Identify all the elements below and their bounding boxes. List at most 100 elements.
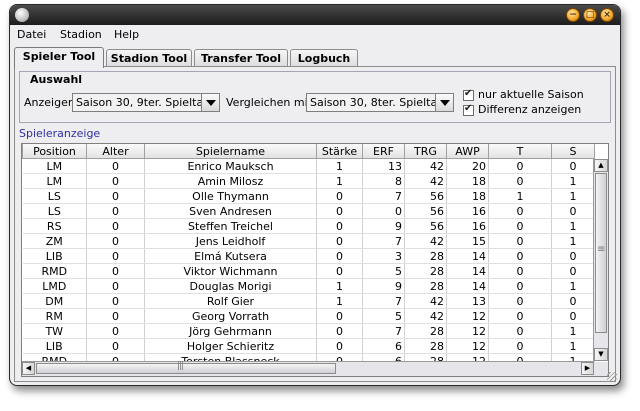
table-cell: Enrico Mauksch — [144, 158, 317, 174]
table-cell: 3 — [362, 248, 405, 264]
spieleranzeige-title: Spieleranzeige — [19, 127, 101, 140]
tab-transfer-tool[interactable]: Transfer Tool — [194, 49, 288, 67]
table-row[interactable]: LS 0 Sven Andresen 0 0 56 16 0 0 — [22, 203, 595, 219]
table-cell: 16 — [446, 203, 489, 219]
table-cell: 42 — [404, 158, 447, 174]
table-cell: 1 — [551, 173, 595, 189]
table-cell: 1 — [488, 188, 552, 204]
table-cell: 0 — [86, 248, 145, 264]
chevron-down-icon[interactable] — [435, 94, 453, 111]
scroll-left-button[interactable]: ◀ — [22, 362, 35, 375]
table-row[interactable]: RMD 0 Viktor Wichmann 0 5 28 14 0 0 — [22, 263, 595, 279]
horizontal-scroll-thumb[interactable] — [36, 361, 336, 374]
close-button[interactable]: × — [600, 8, 614, 22]
column-header[interactable]: AWP — [446, 144, 489, 159]
tab-stadion-tool[interactable]: Stadion Tool — [106, 49, 192, 67]
maximize-button[interactable]: □ — [583, 8, 597, 22]
table-cell: 18 — [446, 173, 489, 189]
column-header[interactable]: TRG — [404, 144, 447, 159]
table-cell: 1 — [316, 173, 363, 189]
table-cell: LM — [22, 158, 87, 174]
scroll-right-button[interactable]: ▶ — [581, 362, 594, 375]
spieler-tool-panel: Auswahl Anzeigen Saison 30, 9ter. Spielt… — [14, 66, 616, 382]
table-cell: 0 — [488, 293, 552, 309]
anzeigen-select[interactable]: Saison 30, 9ter. Spieltag — [72, 93, 220, 112]
chevron-down-icon[interactable] — [201, 94, 219, 111]
menu-stadion[interactable]: Stadion — [60, 28, 102, 41]
table-cell: LS — [22, 203, 87, 219]
table-cell: 0 — [316, 323, 363, 339]
table-cell: 0 — [488, 338, 552, 354]
scroll-up-button[interactable]: ▲ — [594, 159, 608, 172]
table-cell: 56 — [404, 218, 447, 234]
tab-spieler-tool[interactable]: Spieler Tool — [14, 47, 104, 68]
table-cell: 0 — [86, 278, 145, 294]
table-row[interactable]: RS 0 Steffen Treichel 0 9 56 16 0 1 — [22, 218, 595, 234]
column-header[interactable]: Position — [22, 144, 87, 159]
column-header[interactable]: S — [551, 144, 595, 159]
minimize-button[interactable]: − — [566, 8, 580, 22]
column-header[interactable]: T — [488, 144, 552, 159]
menu-help[interactable]: Help — [114, 28, 139, 41]
table-cell: 9 — [362, 278, 405, 294]
table-cell: 0 — [316, 218, 363, 234]
menu-datei[interactable]: Datei — [17, 28, 46, 41]
table-cell: Holger Schieritz — [144, 338, 317, 354]
table-cell: 0 — [362, 203, 405, 219]
tab-logbuch[interactable]: Logbuch — [290, 49, 358, 67]
table-row[interactable]: RM 0 Georg Vorrath 0 5 42 12 0 0 — [22, 308, 595, 324]
vertical-scroll-thumb[interactable] — [595, 173, 607, 333]
table-cell: Rolf Gier — [144, 293, 317, 309]
column-header[interactable]: Stärke — [316, 144, 363, 159]
auswahl-title: Auswahl — [28, 73, 85, 86]
table-row[interactable]: LM 0 Enrico Mauksch 1 13 42 20 0 0 — [22, 158, 595, 174]
table-cell: Sven Andresen — [144, 203, 317, 219]
table-cell: 16 — [446, 218, 489, 234]
table-cell: Georg Vorrath — [144, 308, 317, 324]
differenz-anzeigen-checkbox[interactable] — [463, 103, 474, 116]
table-row[interactable]: LIB 0 Holger Schieritz 0 6 28 12 0 1 — [22, 338, 595, 354]
table-row[interactable]: LIB 0 Elmá Kutsera 0 3 28 14 0 0 — [22, 248, 595, 264]
table-cell: 14 — [446, 263, 489, 279]
table-row[interactable]: DM 0 Rolf Gier 1 7 42 13 0 0 — [22, 293, 595, 309]
vertical-scrollbar[interactable]: ▲ ▼ — [593, 159, 608, 361]
column-header[interactable]: ERF — [362, 144, 405, 159]
table-cell: 13 — [362, 158, 405, 174]
table-cell: 18 — [446, 188, 489, 204]
table-row[interactable]: LM 0 Amin Milosz 1 8 42 18 0 1 — [22, 173, 595, 189]
table-cell: 0 — [316, 308, 363, 324]
table-cell: 42 — [404, 293, 447, 309]
table-cell: LIB — [22, 248, 87, 264]
table-cell: 0 — [86, 308, 145, 324]
column-header[interactable]: Alter — [86, 144, 145, 159]
table-cell: 7 — [362, 233, 405, 249]
table-cell: 1 — [551, 278, 595, 294]
table-row[interactable]: LMD 0 Douglas Morigi 1 9 28 14 0 1 — [22, 278, 595, 294]
auswahl-group: Auswahl Anzeigen Saison 30, 9ter. Spielt… — [19, 71, 611, 123]
table-cell: 0 — [551, 308, 595, 324]
table-cell: 12 — [446, 338, 489, 354]
table-cell: Steffen Treichel — [144, 218, 317, 234]
vergleichen-select[interactable]: Saison 30, 8ter. Spieltag — [306, 93, 454, 112]
table-row[interactable]: TW 0 Jörg Gehrmann 0 7 28 12 0 1 — [22, 323, 595, 339]
column-header[interactable]: Spielername — [144, 144, 317, 159]
nur-aktuelle-saison-checkbox[interactable] — [463, 88, 474, 101]
table-row[interactable]: ZM 0 Jens Leidholf 0 7 42 15 0 1 — [22, 233, 595, 249]
table-cell: LMD — [22, 278, 87, 294]
table-cell: 28 — [404, 248, 447, 264]
table-cell: 1 — [551, 218, 595, 234]
table-cell: 28 — [404, 323, 447, 339]
horizontal-scrollbar[interactable]: ◀ ▶ — [22, 361, 594, 376]
scroll-down-button[interactable]: ▼ — [594, 348, 608, 361]
table-cell: 28 — [404, 278, 447, 294]
table-cell: 56 — [404, 188, 447, 204]
title-bar[interactable]: − □ × — [10, 5, 620, 25]
table-cell: 0 — [488, 308, 552, 324]
window-menu-icon[interactable] — [15, 8, 29, 22]
table-cell: Elmá Kutsera — [144, 248, 317, 264]
table-cell: 1 — [316, 158, 363, 174]
table-cell: 14 — [446, 248, 489, 264]
resize-grip-icon[interactable] — [607, 372, 617, 382]
anzeigen-value: Saison 30, 9ter. Spieltag — [76, 96, 211, 109]
table-row[interactable]: LS 0 Olle Thymann 0 7 56 18 1 1 — [22, 188, 595, 204]
